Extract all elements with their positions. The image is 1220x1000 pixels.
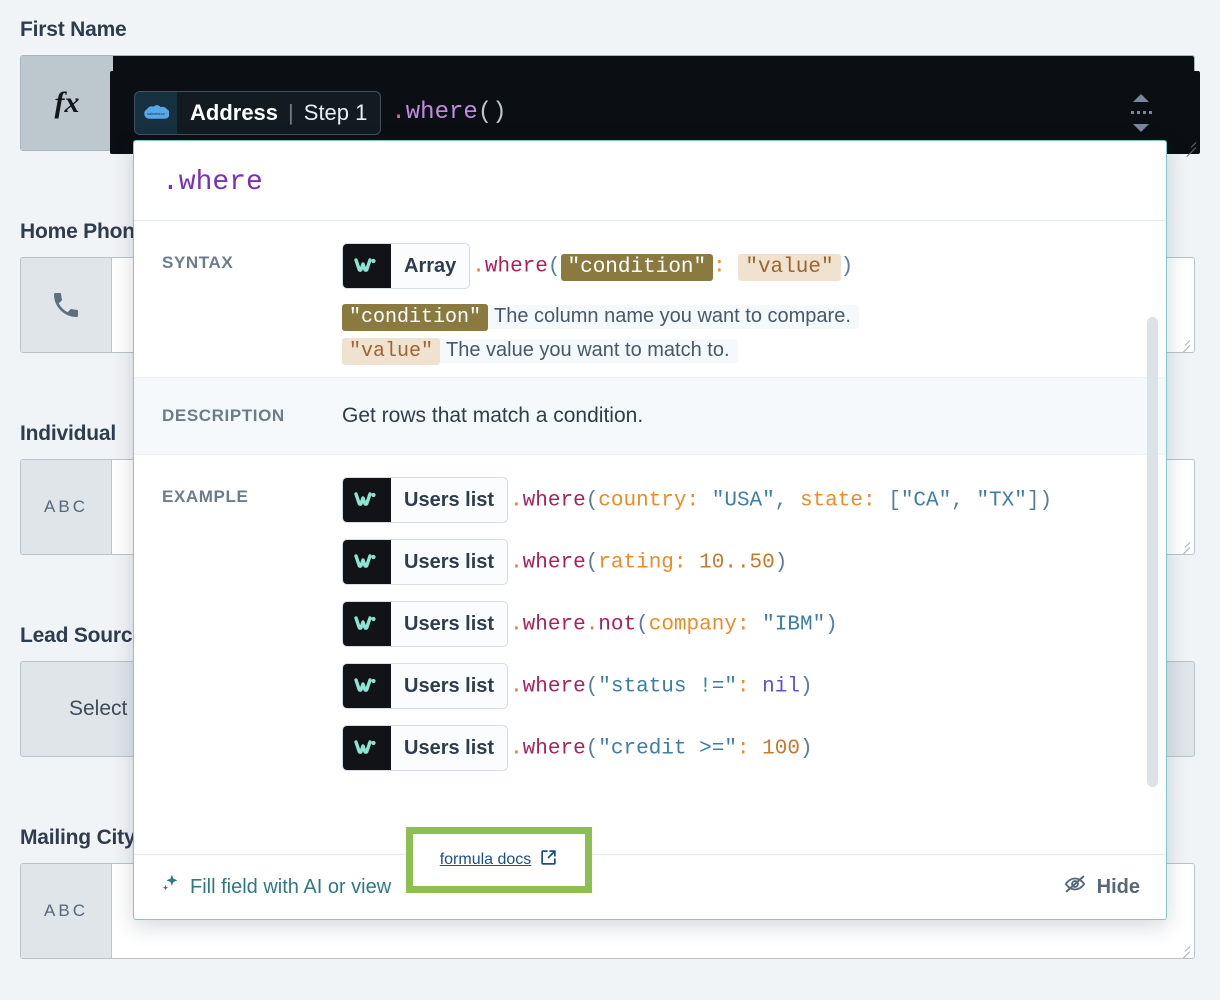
syntax-code-line: Array .where("condition": "value") <box>342 243 1138 289</box>
workspace-icon <box>343 726 391 770</box>
formula-docs-label: formula docs <box>440 851 532 869</box>
example-source-chip: Users list <box>342 601 508 647</box>
field-label-first-name: First Name <box>20 18 1195 42</box>
popup-content-scroll-area[interactable]: SYNTAX Array .where("condition": "value"… <box>134 221 1166 854</box>
syntax-dot: . <box>472 256 485 279</box>
syntax-condition-token: "condition" <box>561 254 714 281</box>
formula-docs-highlight: formula docs <box>406 827 592 893</box>
syntax-fn-name: where <box>485 256 548 279</box>
example-source-chip: Users list <box>342 663 508 709</box>
syntax-param: "condition" The column name you want to c… <box>342 305 859 329</box>
ai-fill-row: Fill field with AI or view <box>160 873 391 901</box>
formula-token-text: Address | Step 1 <box>177 92 380 134</box>
description-text: Get rows that match a condition. <box>342 404 1138 428</box>
example-code-line: Users list.where("credit >=": 100) <box>342 725 1138 771</box>
workspace-icon <box>343 244 391 288</box>
example-code-line: Users list.where.not(company: "IBM") <box>342 601 1138 647</box>
abc-icon: ABC <box>21 864 112 958</box>
syntax-section: SYNTAX Array .where("condition": "value"… <box>134 221 1166 377</box>
param-name: "condition" <box>342 304 488 331</box>
fx-icon: fx <box>21 56 113 150</box>
token-step-label: Step 1 <box>304 100 368 126</box>
syntax-params: "condition" The column name you want to c… <box>342 305 1138 373</box>
code-dot: . <box>391 99 405 126</box>
workspace-icon <box>343 478 391 522</box>
example-section: EXAMPLE Users list.where(country: "USA",… <box>134 455 1166 791</box>
param-name: "value" <box>342 338 440 365</box>
example-chip-name: Users list <box>391 478 507 522</box>
workspace-icon <box>343 664 391 708</box>
example-code-line: Users list.where(rating: 10..50) <box>342 539 1138 585</box>
workspace-icon <box>343 540 391 584</box>
syntax-value-token: "value" <box>738 254 840 281</box>
svg-text:salesforce: salesforce <box>147 111 165 115</box>
formula-token-address[interactable]: salesforce Address | Step 1 <box>134 91 381 135</box>
hide-label: Hide <box>1097 876 1140 899</box>
popup-footer: Fill field with AI or view formula docs <box>134 854 1166 919</box>
vertical-resize-icon[interactable] <box>1126 94 1156 132</box>
token-main-label: Address <box>190 100 278 126</box>
syntax-close-paren: ) <box>841 256 854 279</box>
example-chip-name: Users list <box>391 664 507 708</box>
abc-icon: ABC <box>21 460 112 554</box>
example-chip-name: Users list <box>391 540 507 584</box>
formula-code[interactable]: .where() <box>391 99 506 126</box>
param-desc: The value you want to match to. <box>446 339 730 361</box>
syntax-colon: : <box>713 256 726 279</box>
ai-fill-text[interactable]: Fill field with AI or view <box>190 876 391 899</box>
formula-help-popup: .where SYNTAX Array .where("condition": <box>133 140 1167 920</box>
phone-icon <box>21 258 112 352</box>
resize-grip-icon[interactable] <box>1182 137 1198 153</box>
example-chip-name: Users list <box>391 602 507 646</box>
example-code-line: Users list.where("status !=": nil) <box>342 663 1138 709</box>
syntax-body: Array .where("condition": "value") "cond… <box>342 243 1138 373</box>
param-desc: The column name you want to compare. <box>494 305 851 327</box>
example-chip-name: Users list <box>391 726 507 770</box>
eye-off-icon <box>1063 873 1087 901</box>
popup-title: .where <box>134 141 1166 221</box>
code-method-name: where <box>406 99 478 126</box>
description-label: DESCRIPTION <box>162 406 342 426</box>
example-source-chip: Users list <box>342 725 508 771</box>
formula-docs-link[interactable]: formula docs <box>440 848 559 872</box>
example-label: EXAMPLE <box>162 477 342 787</box>
syntax-chip-name: Array <box>391 244 469 288</box>
code-parens: () <box>478 99 507 126</box>
example-body: Users list.where(country: "USA", state: … <box>342 477 1138 787</box>
hide-button[interactable]: Hide <box>1063 873 1140 901</box>
example-code-line: Users list.where(country: "USA", state: … <box>342 477 1138 523</box>
example-source-chip: Users list <box>342 477 508 523</box>
vertical-scrollbar[interactable] <box>1147 317 1158 787</box>
workspace-icon <box>343 602 391 646</box>
external-link-icon <box>539 848 558 872</box>
salesforce-icon: salesforce <box>135 92 177 134</box>
syntax-param: "value" The value you want to match to. <box>342 339 738 363</box>
description-section: DESCRIPTION Get rows that match a condit… <box>134 377 1166 455</box>
sparkles-icon <box>160 873 182 901</box>
syntax-source-chip: Array <box>342 243 470 289</box>
token-separator: | <box>288 100 294 126</box>
syntax-open-paren: ( <box>548 256 561 279</box>
syntax-label: SYNTAX <box>162 243 342 373</box>
example-source-chip: Users list <box>342 539 508 585</box>
